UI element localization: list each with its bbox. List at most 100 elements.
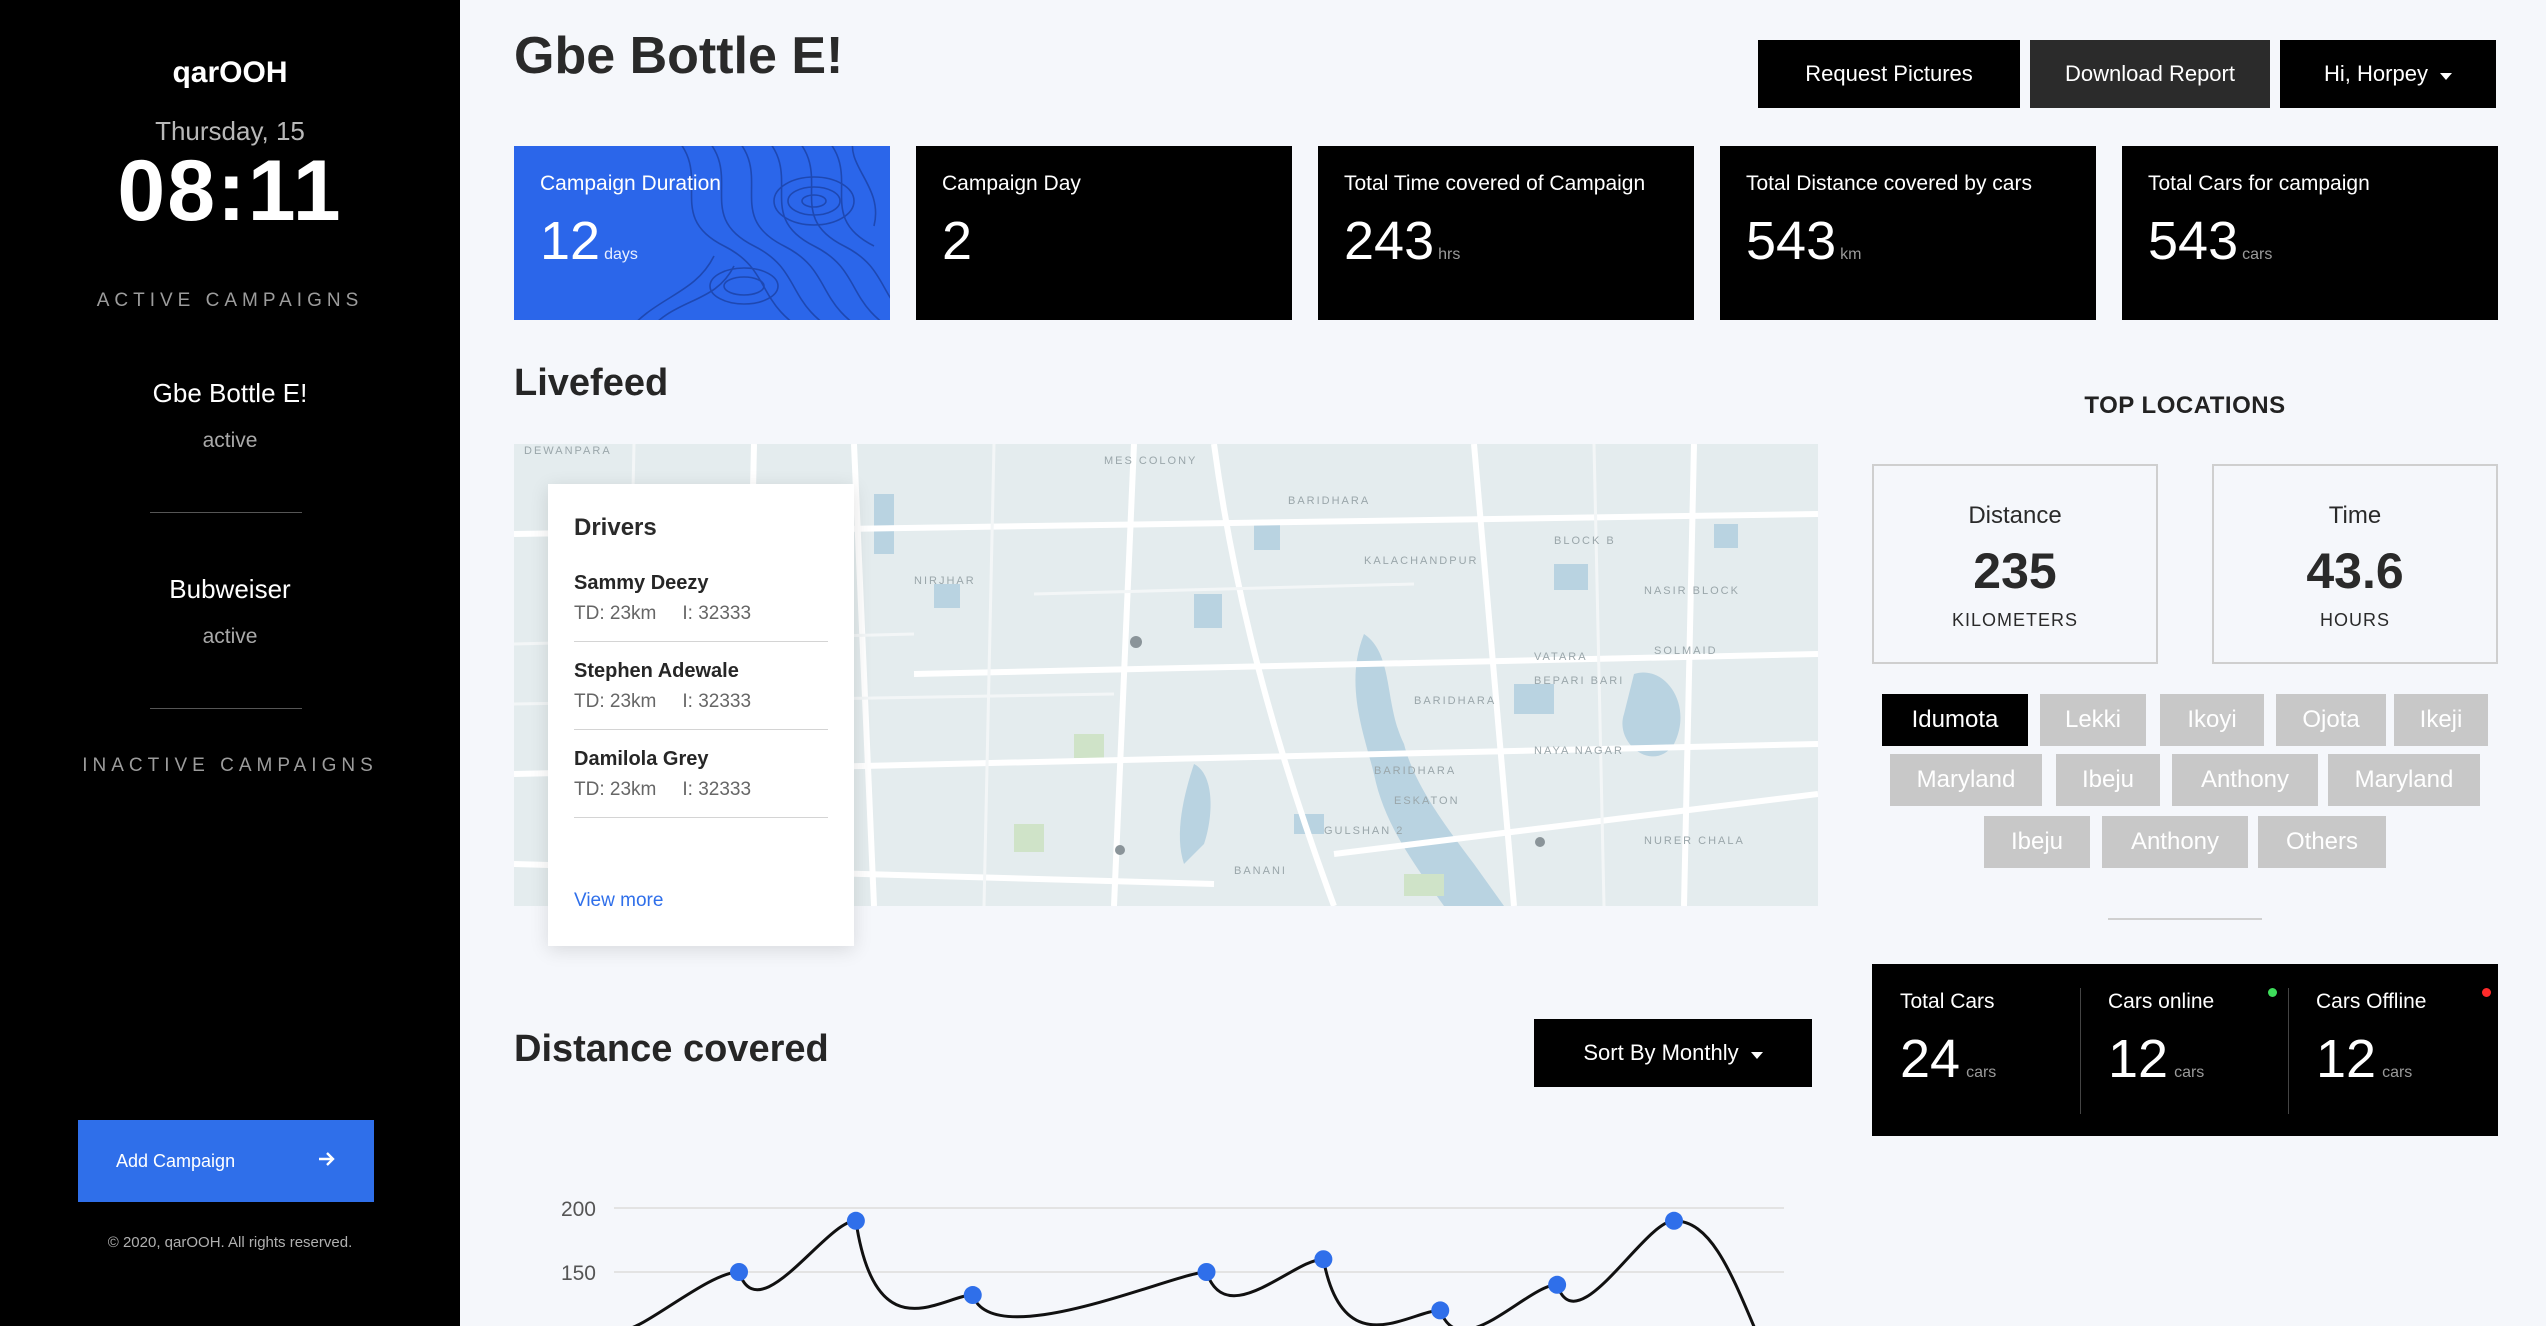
copyright-text: © 2020, qarOOH. All rights reserved. [107,1234,353,1251]
data-point[interactable] [1314,1250,1333,1269]
data-point[interactable] [1548,1275,1567,1294]
svg-text:BARIDHARA: BARIDHARA [1414,695,1496,707]
divider [2108,918,2262,920]
stat-card-total-distance: Total Distance covered by cars 543 km [1720,146,2096,320]
total-cars-label: Total Cars [1900,990,1995,1013]
driver-name: Damilola Grey [574,748,709,770]
stat-card-campaign-duration: Campaign Duration 12 days [514,146,890,320]
arrow-right-icon [318,1151,336,1172]
data-point[interactable] [1431,1301,1450,1320]
campaign-name: Bubweiser [169,574,291,604]
distance-label: Distance [1968,502,2062,529]
driver-name: Stephen Adewale [574,660,739,682]
page-title: Gbe Bottle E! [514,27,844,85]
user-menu-label: Hi, Horpey [2324,61,2428,86]
driver-impressions: I: 32333 [682,691,752,712]
distance-covered-title: Distance covered [514,1028,829,1070]
cars-online-stat: Cars online 12 cars [2080,964,2288,1136]
divider [150,708,302,709]
location-chip-ibeju[interactable]: Ibeju [1984,816,2090,868]
location-chip-ojota[interactable]: Ojota [2276,694,2386,746]
caret-down-icon [1750,1040,1763,1066]
location-chip-ikoyi[interactable]: Ikoyi [2160,694,2264,746]
location-chip-lekki[interactable]: Lekki [2040,694,2146,746]
y-tick-label: 150 [561,1262,596,1285]
time-value: 43.6 [2306,543,2404,599]
data-point[interactable] [1197,1263,1216,1281]
location-chip-anthony[interactable]: Anthony [2102,816,2248,868]
svg-text:BLOCK B: BLOCK B [1554,535,1616,547]
location-chip-others[interactable]: Others [2258,816,2386,868]
view-more-link[interactable]: View more [574,890,663,912]
campaign-name: Gbe Bottle E! [152,378,308,408]
driver-item[interactable]: Damilola Grey TD: 23km I: 32333 [574,748,828,818]
distance-value: 235 [1973,543,2057,599]
current-time: 08:11 [117,143,343,239]
location-chip-ikeji[interactable]: Ikeji [2394,694,2488,746]
svg-text:NASIR BLOCK: NASIR BLOCK [1644,585,1740,597]
request-pictures-button[interactable]: Request Pictures [1758,40,2020,108]
sidebar-campaign-gbe-bottle[interactable]: Gbe Bottle E! active [0,378,460,453]
stat-label: Total Time covered of Campaign [1344,172,1646,195]
distance-line-chart: 200 150 [561,1198,1784,1326]
driver-distance: TD: 23km [574,603,657,624]
cars-offline-value: 12 [2316,1029,2377,1089]
svg-text:NURER CHALA: NURER CHALA [1644,835,1745,847]
location-chip-maryland[interactable]: Maryland [2328,754,2480,806]
data-point[interactable] [846,1211,865,1230]
stat-label: Total Cars for campaign [2148,172,2370,195]
location-chip-ibeju[interactable]: Ibeju [2056,754,2160,806]
svg-text:ESKATON: ESKATON [1394,795,1460,807]
stat-unit: days [604,246,638,263]
sort-by-label: Sort By Monthly [1583,1040,1739,1065]
sidebar: qarOOH Thursday, 15 08:11 ACTIVE CAMPAIG… [0,0,460,1326]
driver-impressions: I: 32333 [682,603,752,624]
y-tick-label: 200 [561,1198,596,1221]
location-chip-idumota[interactable]: Idumota [1882,694,2028,746]
data-point[interactable] [730,1263,748,1281]
driver-name: Sammy Deezy [574,572,709,594]
cars-online-unit: cars [2174,1064,2205,1081]
top-location-time: Time 43.6 HOURS [2212,464,2498,664]
stat-card-total-time: Total Time covered of Campaign 243 hrs [1318,146,1694,320]
stat-value: 243 [1344,211,1435,271]
svg-text:BEPARI BARI: BEPARI BARI [1534,675,1624,687]
stat-value: 543 [1746,211,1837,271]
campaign-status: active [202,625,258,648]
stat-unit: cars [2242,246,2273,263]
sort-by-dropdown[interactable]: Sort By Monthly [1534,1019,1812,1087]
stat-value: 12 [540,211,601,271]
data-point[interactable] [1665,1211,1683,1230]
svg-text:NAYA NAGAR: NAYA NAGAR [1534,745,1624,757]
location-chip-maryland[interactable]: Maryland [1890,754,2042,806]
total-cars-stat: Total Cars 24 cars [1872,964,2080,1136]
driver-distance: TD: 23km [574,691,657,712]
add-campaign-label: Add Campaign [116,1150,236,1171]
top-location-distance: Distance 235 KILOMETERS [1872,464,2158,664]
stat-label: Campaign Duration [540,172,721,195]
user-menu-dropdown[interactable]: Hi, Horpey [2280,40,2496,108]
online-status-dot-icon [2268,988,2277,997]
time-label: Time [2328,502,2382,529]
svg-text:VATARA: VATARA [1534,651,1588,663]
driver-item[interactable]: Sammy Deezy TD: 23km I: 32333 [574,572,828,642]
svg-text:BARIDHARA: BARIDHARA [1374,765,1456,777]
download-report-button[interactable]: Download Report [2030,40,2270,108]
brand-logo[interactable]: qarOOH [0,56,460,90]
svg-text:NIRJHAR: NIRJHAR [914,575,976,587]
add-campaign-button[interactable]: Add Campaign [78,1120,374,1202]
stat-label: Campaign Day [942,172,1081,195]
sidebar-campaign-bubweiser[interactable]: Bubweiser active [0,574,460,649]
svg-text:GULSHAN 2: GULSHAN 2 [1324,825,1404,837]
driver-item[interactable]: Stephen Adewale TD: 23km I: 32333 [574,660,828,730]
svg-text:BARIDHARA: BARIDHARA [1288,495,1370,507]
svg-text:MES COLONY: MES COLONY [1104,455,1197,467]
location-chip-anthony[interactable]: Anthony [2172,754,2318,806]
data-point[interactable] [963,1286,982,1305]
svg-text:SOLMAID: SOLMAID [1654,645,1718,657]
svg-text:BANANI: BANANI [1234,865,1287,877]
caret-down-icon [2439,61,2452,87]
inactive-campaigns-label: INACTIVE CAMPAIGNS [82,755,378,776]
stat-label: Total Distance covered by cars [1746,172,2032,195]
cars-summary-panel: Total Cars 24 cars Cars online 12 cars Car… [1872,964,2498,1136]
